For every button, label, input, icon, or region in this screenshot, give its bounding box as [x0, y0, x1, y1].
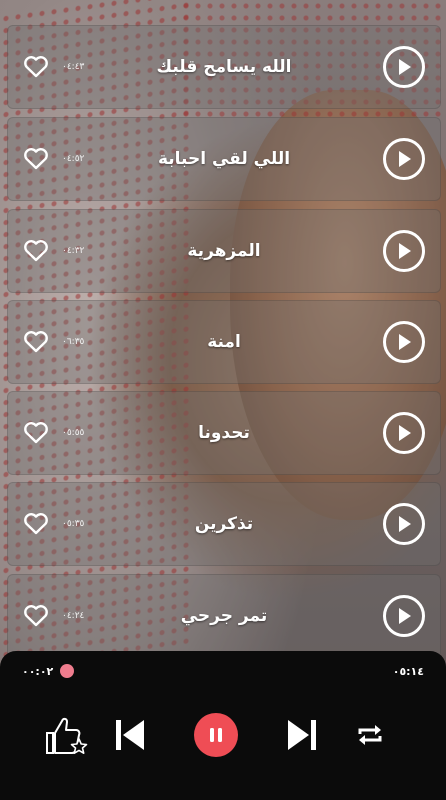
- play-icon: [399, 608, 411, 624]
- play-button[interactable]: [383, 46, 425, 88]
- song-duration: ٠٥:٣٥: [62, 519, 85, 529]
- pause-icon: [210, 728, 222, 742]
- song-row[interactable]: ٠٤:٢٤ تمر جرحي: [7, 574, 441, 658]
- heart-outline-icon[interactable]: [23, 512, 49, 536]
- total-time: ٠٥:١٤: [392, 665, 424, 678]
- song-duration: ٠٤:٥٢: [62, 154, 85, 164]
- pause-button[interactable]: [193, 713, 239, 757]
- thumbs-up-star-icon: [46, 717, 88, 754]
- repeat-button[interactable]: [348, 713, 392, 757]
- song-row[interactable]: ٠٥:٣٥ تذكرين: [7, 482, 441, 566]
- heart-outline-icon[interactable]: [23, 147, 49, 171]
- play-icon: [399, 59, 411, 75]
- song-title[interactable]: الله يسامح قلبك: [97, 57, 351, 77]
- play-button[interactable]: [383, 503, 425, 545]
- play-button[interactable]: [383, 412, 425, 454]
- play-button[interactable]: [383, 321, 425, 363]
- seek-bar-thumb[interactable]: [60, 664, 74, 678]
- song-title[interactable]: امنة: [97, 332, 351, 352]
- play-icon: [399, 151, 411, 167]
- skip-next-icon: [288, 720, 316, 750]
- song-row[interactable]: ٠٤:٤٣ الله يسامح قلبك: [7, 25, 441, 109]
- heart-outline-icon[interactable]: [23, 330, 49, 354]
- song-title[interactable]: تذكرين: [97, 514, 351, 534]
- play-icon: [399, 243, 411, 259]
- previous-button[interactable]: [108, 713, 152, 757]
- song-row[interactable]: ٠٤:٥٢ اللي لقي احبابة: [7, 117, 441, 201]
- heart-outline-icon[interactable]: [23, 421, 49, 445]
- song-duration: ٠٤:٤٣: [62, 62, 85, 72]
- heart-outline-icon[interactable]: [23, 239, 49, 263]
- song-duration: ٠٤:٣٢: [62, 246, 85, 256]
- song-title[interactable]: تحدونا: [97, 423, 351, 443]
- song-duration: ٠٦:٣٥: [62, 337, 85, 347]
- song-title[interactable]: اللي لقي احبابة: [97, 149, 351, 169]
- song-row[interactable]: ٠٦:٣٥ امنة: [7, 300, 441, 384]
- song-duration: ٠٤:٢٤: [62, 611, 85, 621]
- heart-outline-icon[interactable]: [23, 604, 49, 628]
- play-button[interactable]: [383, 595, 425, 637]
- play-icon: [399, 425, 411, 441]
- song-title[interactable]: تمر جرحي: [97, 606, 351, 626]
- play-button[interactable]: [383, 230, 425, 272]
- like-button[interactable]: [42, 713, 90, 757]
- play-icon: [399, 334, 411, 350]
- play-button[interactable]: [383, 138, 425, 180]
- repeat-icon: [358, 725, 382, 745]
- song-row[interactable]: ٠٤:٣٢ المزهرية: [7, 209, 441, 293]
- play-icon: [399, 516, 411, 532]
- player-bar: ٠٠:٠٢ ٠٥:١٤: [0, 651, 446, 800]
- song-title[interactable]: المزهرية: [97, 241, 351, 261]
- song-duration: ٠٥:٥٥: [62, 428, 85, 438]
- current-time: ٠٠:٠٢: [22, 665, 54, 678]
- next-button[interactable]: [280, 713, 324, 757]
- skip-previous-icon: [116, 720, 144, 750]
- heart-outline-icon[interactable]: [23, 55, 49, 79]
- song-row[interactable]: ٠٥:٥٥ تحدونا: [7, 391, 441, 475]
